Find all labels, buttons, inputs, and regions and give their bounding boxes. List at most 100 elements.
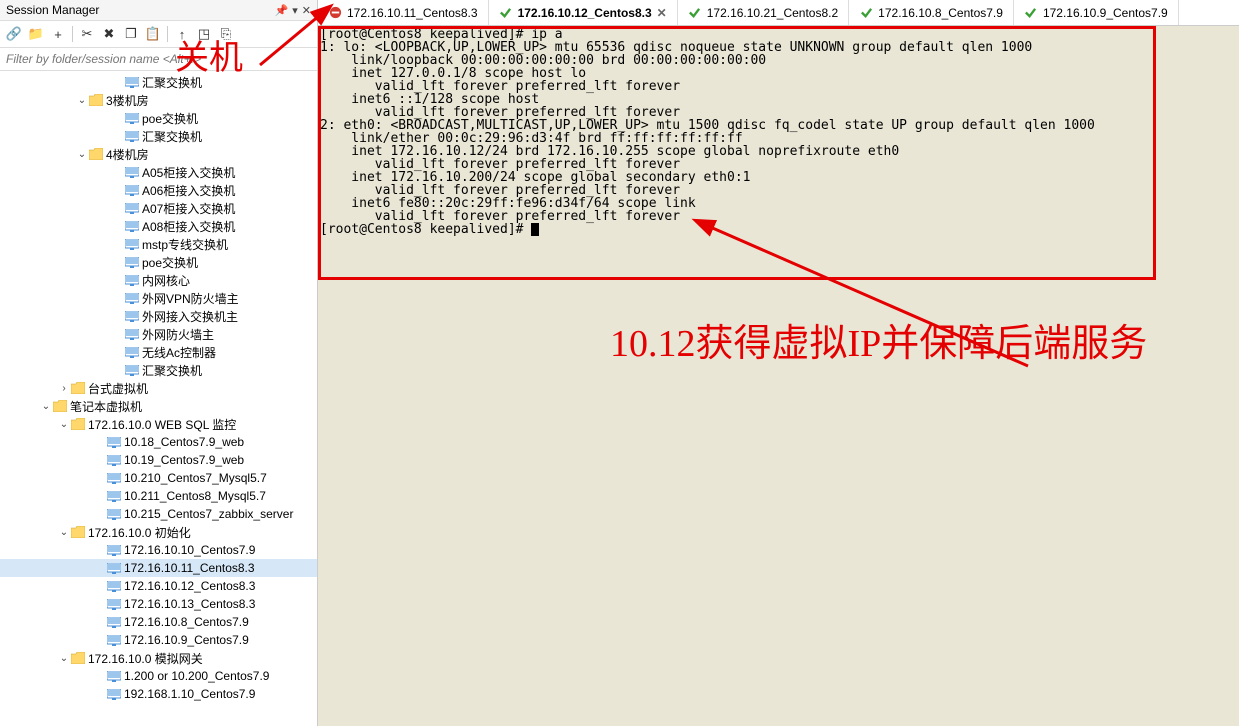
filter-input[interactable] xyxy=(4,50,313,68)
tree-session[interactable]: ·172.16.10.8_Centos7.9 xyxy=(0,613,317,631)
open-button[interactable]: ◳ xyxy=(194,24,214,44)
tree-session[interactable]: ·10.19_Centos7.9_web xyxy=(0,451,317,469)
tree-folder[interactable]: › 台式虚拟机 xyxy=(0,379,317,397)
pin-icon[interactable]: 📌 xyxy=(275,4,289,17)
session-tab[interactable]: 172.16.10.9_Centos7.9 xyxy=(1014,0,1179,25)
new-session-button[interactable]: + xyxy=(48,24,68,44)
tree-session[interactable]: ·无线Ac控制器 xyxy=(0,343,317,361)
host-icon xyxy=(106,615,122,629)
tree-folder[interactable]: ⌄3楼机房 xyxy=(0,91,317,109)
tree-session[interactable]: ·poe交换机 xyxy=(0,109,317,127)
expand-icon[interactable]: ⌄ xyxy=(76,95,88,106)
tab-label: 172.16.10.12_Centos8.3 xyxy=(518,6,652,20)
copy-button[interactable]: ❐ xyxy=(121,24,141,44)
tree-session[interactable]: ·172.16.10.9_Centos7.9 xyxy=(0,631,317,649)
close-panel-icon[interactable]: ✕ xyxy=(302,4,311,17)
session-tab[interactable]: 172.16.10.8_Centos7.9 xyxy=(849,0,1014,25)
dropdown-icon[interactable]: ▾ xyxy=(292,4,298,17)
tree-session[interactable]: ·汇聚交换机 xyxy=(0,361,317,379)
folder-icon xyxy=(70,417,86,431)
tree-session[interactable]: ·外网VPN防火墙主 xyxy=(0,289,317,307)
export-button[interactable]: ⎘ xyxy=(216,24,236,44)
tree-session[interactable]: ·10.211_Centos8_Mysql5.7 xyxy=(0,487,317,505)
tree-session[interactable]: ·A06柜接入交换机 xyxy=(0,181,317,199)
tree-label: 外网接入交换机主 xyxy=(142,308,238,325)
tree-label: poe交换机 xyxy=(142,110,198,127)
tree-session[interactable]: ·10.215_Centos7_zabbix_server xyxy=(0,505,317,523)
tree-folder[interactable]: ⌄172.16.10.0 初始化 xyxy=(0,523,317,541)
tab-label: 172.16.10.8_Centos7.9 xyxy=(878,6,1003,20)
expand-icon[interactable]: ⌄ xyxy=(40,401,52,412)
tree-label: 台式虚拟机 xyxy=(88,380,148,397)
tree-label: 192.168.1.10_Centos7.9 xyxy=(124,687,255,701)
host-icon xyxy=(106,597,122,611)
tree-session[interactable]: ·172.16.10.10_Centos7.9 xyxy=(0,541,317,559)
tree-folder[interactable]: ⌄ 笔记本虚拟机 xyxy=(0,397,317,415)
cut-button[interactable]: ✂ xyxy=(77,24,97,44)
host-icon xyxy=(124,219,140,233)
tab-close-icon[interactable]: ✕ xyxy=(657,6,667,20)
tree-session[interactable]: ·172.16.10.12_Centos8.3 xyxy=(0,577,317,595)
host-icon xyxy=(124,201,140,215)
terminal[interactable]: [root@Centos8 keepalived]# ip a 1: lo: <… xyxy=(318,26,1239,726)
host-icon xyxy=(124,75,140,89)
tree-session[interactable]: ·1.200 or 10.200_Centos7.9 xyxy=(0,667,317,685)
session-tab[interactable]: 172.16.10.12_Centos8.3 ✕ xyxy=(489,0,678,25)
expand-icon[interactable]: ⌄ xyxy=(58,653,70,664)
panel-title: Session Manager xyxy=(6,3,271,17)
tree-session[interactable]: ·外网防火墙主 xyxy=(0,325,317,343)
tree-folder[interactable]: ⌄ 172.16.10.0 模拟网关 xyxy=(0,649,317,667)
tree-label: 172.16.10.8_Centos7.9 xyxy=(124,615,249,629)
tree-folder[interactable]: ⌄4楼机房 xyxy=(0,145,317,163)
up-button[interactable]: ↑ xyxy=(172,24,192,44)
tree-label: 汇聚交换机 xyxy=(142,74,202,91)
tree-session[interactable]: ·A05柜接入交换机 xyxy=(0,163,317,181)
tree-session[interactable]: ·poe交换机 xyxy=(0,253,317,271)
connected-icon xyxy=(1024,6,1038,20)
terminal-cursor xyxy=(531,223,539,236)
tree-session[interactable]: ·mstp专线交换机 xyxy=(0,235,317,253)
expand-icon[interactable]: › xyxy=(58,383,70,394)
filter-row xyxy=(0,48,317,71)
tree-label: 10.210_Centos7_Mysql5.7 xyxy=(124,471,267,485)
delete-button[interactable]: ✖ xyxy=(99,24,119,44)
session-tab[interactable]: 172.16.10.21_Centos8.2 xyxy=(678,0,849,25)
expand-icon[interactable]: ⌄ xyxy=(58,527,70,538)
tree-session[interactable]: ·外网接入交换机主 xyxy=(0,307,317,325)
tree-label: 笔记本虚拟机 xyxy=(70,398,142,415)
tree-folder[interactable]: ⌄172.16.10.0 WEB SQL 监控 xyxy=(0,415,317,433)
paste-button[interactable]: 📋 xyxy=(143,24,163,44)
host-icon xyxy=(124,165,140,179)
tree-label: 汇聚交换机 xyxy=(142,128,202,145)
expand-icon[interactable]: ⌄ xyxy=(76,149,88,160)
tree-label: A06柜接入交换机 xyxy=(142,182,235,199)
tree-label: 内网核心 xyxy=(142,272,190,289)
host-icon xyxy=(124,363,140,377)
tree-label: 10.211_Centos8_Mysql5.7 xyxy=(124,489,266,503)
session-tabs: 172.16.10.11_Centos8.3172.16.10.12_Cento… xyxy=(318,0,1239,26)
disconnected-icon xyxy=(328,6,342,20)
tree-session[interactable]: ·A08柜接入交换机 xyxy=(0,217,317,235)
expand-icon[interactable]: ⌄ xyxy=(58,419,70,430)
session-tab[interactable]: 172.16.10.11_Centos8.3 xyxy=(318,0,489,25)
new-folder-button[interactable]: 📁 xyxy=(26,24,46,44)
session-tree[interactable]: ·汇聚交换机⌄3楼机房·poe交换机·汇聚交换机⌄4楼机房·A05柜接入交换机·… xyxy=(0,71,317,726)
connected-icon xyxy=(859,6,873,20)
tree-session[interactable]: ·10.18_Centos7.9_web xyxy=(0,433,317,451)
tree-label: 172.16.10.0 模拟网关 xyxy=(88,650,203,667)
tree-session[interactable]: ·内网核心 xyxy=(0,271,317,289)
link-button[interactable]: 🔗 xyxy=(4,24,24,44)
tree-session[interactable]: ·172.16.10.11_Centos8.3 xyxy=(0,559,317,577)
tree-session[interactable]: ·汇聚交换机 xyxy=(0,127,317,145)
tree-session[interactable]: ·A07柜接入交换机 xyxy=(0,199,317,217)
host-icon xyxy=(124,111,140,125)
host-icon xyxy=(124,345,140,359)
terminal-output: [root@Centos8 keepalived]# ip a 1: lo: <… xyxy=(318,26,1239,236)
tree-session[interactable]: ·192.168.1.10_Centos7.9 xyxy=(0,685,317,703)
host-icon xyxy=(106,453,122,467)
tree-session[interactable]: ·汇聚交换机 xyxy=(0,73,317,91)
tree-session[interactable]: ·172.16.10.13_Centos8.3 xyxy=(0,595,317,613)
host-icon xyxy=(106,561,122,575)
tree-session[interactable]: ·10.210_Centos7_Mysql5.7 xyxy=(0,469,317,487)
session-toolbar: 🔗 📁 + ✂ ✖ ❐ 📋 ↑ ◳ ⎘ xyxy=(0,21,317,48)
